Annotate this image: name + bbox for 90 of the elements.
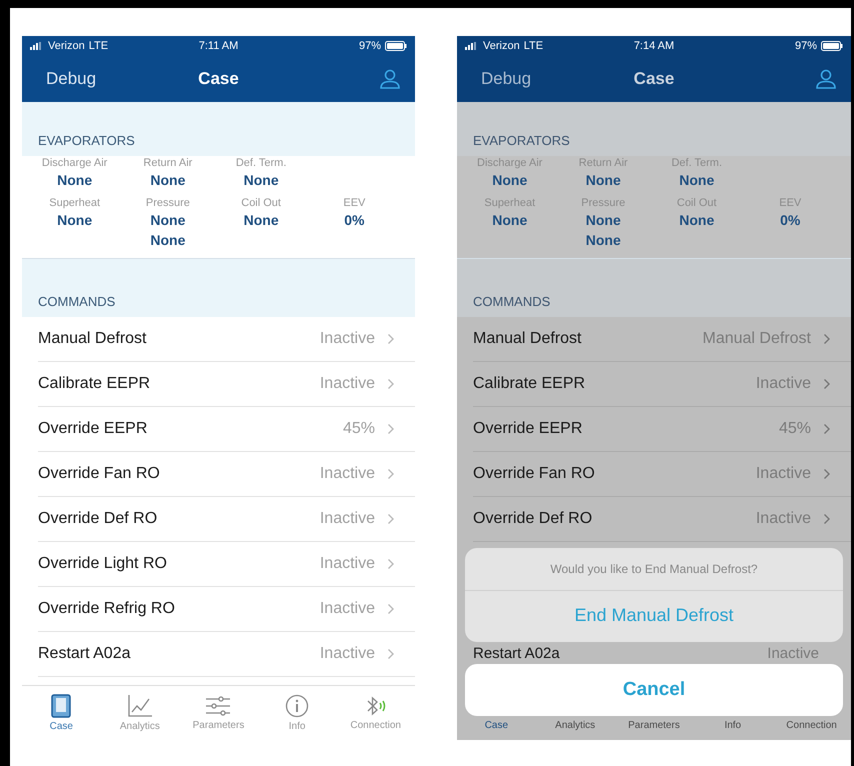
- user-icon[interactable]: [815, 69, 837, 89]
- sliders-icon: [205, 695, 232, 717]
- section-heading: COMMANDS: [38, 294, 116, 309]
- reading-label: Pressure: [581, 196, 626, 210]
- line-chart-icon: [126, 694, 153, 718]
- command-row[interactable]: Override EEPR 45%: [38, 407, 415, 452]
- reading-value: None: [586, 231, 621, 250]
- reading-label: Return Air: [578, 156, 628, 170]
- tab-item[interactable]: Info: [694, 720, 771, 730]
- section-heading: EVAPORATORS: [38, 133, 135, 148]
- chevron-icon: [387, 378, 395, 390]
- cabinet-icon: [50, 694, 72, 718]
- command-row[interactable]: Override Refrig RO Inactive: [38, 587, 415, 632]
- reading-label: Pressure: [146, 196, 190, 210]
- command-row[interactable]: Override EEPR 45%: [473, 407, 851, 452]
- reading-label: Coil Out: [676, 196, 717, 210]
- command-row[interactable]: Override Fan RO Inactive: [38, 452, 415, 497]
- reading-label: Superheat: [484, 196, 536, 210]
- reading-value: 0%: [344, 211, 364, 230]
- status-time: 7:11 AM: [198, 40, 238, 52]
- reading-value: None: [57, 171, 92, 190]
- tab-item[interactable]: Case: [458, 720, 534, 730]
- chevron-icon: [823, 378, 831, 390]
- tab-item[interactable]: Connection: [774, 720, 850, 730]
- section-heading: EVAPORATORS: [473, 133, 570, 148]
- reading-label: Discharge Air: [42, 156, 108, 170]
- chevron-icon: [387, 468, 395, 480]
- chevron-icon: [387, 648, 395, 660]
- command-row[interactable]: Override Def RO Inactive: [473, 497, 851, 542]
- tab-item[interactable]: Parameters: [616, 720, 692, 730]
- reading-value: None: [244, 171, 279, 190]
- sheet-message: Would you like to End Manual Defrost?: [465, 548, 843, 591]
- chevron-icon: [387, 333, 395, 345]
- command-row[interactable]: Override Def RO Inactive: [38, 497, 415, 542]
- screen-title: Case: [634, 69, 674, 89]
- command-row[interactable]: Override Light RO Inactive: [38, 542, 415, 587]
- reading-label: Def. Term.: [236, 156, 286, 170]
- user-icon[interactable]: [379, 69, 401, 89]
- status-time: 7:14 AM: [634, 40, 674, 52]
- battery-percent: 97%: [358, 40, 381, 52]
- reading-value: None: [586, 211, 621, 230]
- battery-icon: [384, 41, 407, 51]
- command-row[interactable]: Calibrate EEPR Inactive: [38, 362, 415, 407]
- reading-value: None: [244, 211, 279, 230]
- reading-value: None: [150, 171, 186, 190]
- reading-value: None: [150, 231, 186, 250]
- command-row[interactable]: Manual Defrost Inactive: [38, 317, 415, 362]
- reading-label: EEV: [343, 196, 366, 210]
- network-type: LTE: [524, 40, 544, 52]
- reading-value: 0%: [780, 211, 800, 230]
- reading-value: None: [57, 211, 92, 230]
- chevron-icon: [823, 513, 831, 525]
- chevron-icon: [387, 603, 395, 615]
- reading-label: EEV: [779, 196, 802, 210]
- section-heading: COMMANDS: [473, 294, 550, 309]
- screen-title: Case: [198, 69, 239, 89]
- debug-link[interactable]: Debug: [46, 69, 96, 89]
- tab-item[interactable]: Analytics: [537, 720, 614, 730]
- reading-label: Discharge Air: [477, 156, 542, 170]
- battery-icon: [820, 41, 843, 51]
- reading-value: None: [492, 171, 528, 190]
- reading-value: None: [586, 171, 621, 190]
- battery-percent: 97%: [794, 40, 817, 52]
- reading-label: Return Air: [143, 156, 192, 170]
- reading-label: Def. Term.: [671, 156, 722, 170]
- signal-icon: [465, 42, 479, 50]
- carrier-name: Verizon: [48, 40, 85, 52]
- reading-value: None: [679, 211, 714, 230]
- command-row[interactable]: Restart A02a Inactive: [457, 642, 851, 664]
- command-row[interactable]: Restart A02a Inactive: [38, 632, 415, 677]
- reading-label: Superheat: [49, 196, 100, 210]
- carrier-name: Verizon: [483, 40, 520, 52]
- reading-value: None: [492, 211, 528, 230]
- info-icon: [285, 694, 310, 718]
- reading-value: None: [150, 211, 186, 230]
- chevron-icon: [387, 423, 395, 435]
- tab-item[interactable]: Case: [23, 694, 100, 732]
- reading-value: None: [679, 171, 714, 190]
- command-row[interactable]: Calibrate EEPR Inactive: [473, 362, 851, 407]
- reading-label: Coil Out: [241, 196, 281, 210]
- command-row[interactable]: Manual Defrost Manual Defrost: [473, 317, 851, 362]
- chevron-icon: [823, 423, 831, 435]
- debug-link[interactable]: Debug: [481, 69, 532, 89]
- command-row[interactable]: Override Fan RO Inactive: [473, 452, 851, 497]
- network-type: LTE: [88, 40, 108, 52]
- chevron-icon: [387, 558, 395, 570]
- signal-icon: [30, 42, 44, 50]
- chevron-icon: [387, 513, 395, 525]
- chevron-icon: [823, 468, 831, 480]
- chevron-icon: [823, 333, 831, 345]
